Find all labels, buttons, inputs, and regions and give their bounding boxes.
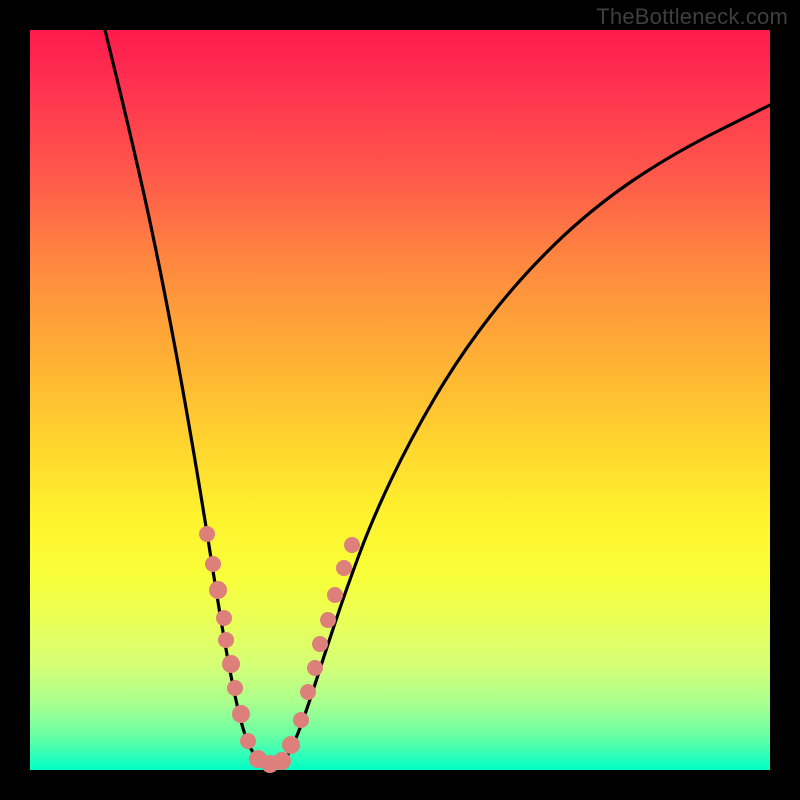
data-point (209, 581, 227, 599)
data-point (232, 705, 250, 723)
data-points (199, 526, 360, 773)
data-point (320, 612, 336, 628)
data-point (327, 587, 343, 603)
data-point (307, 660, 323, 676)
data-point (312, 636, 328, 652)
data-point (216, 610, 232, 626)
data-point (300, 684, 316, 700)
data-point (227, 680, 243, 696)
data-point (273, 752, 291, 770)
chart-frame: TheBottleneck.com (0, 0, 800, 800)
watermark-text: TheBottleneck.com (596, 4, 788, 30)
plot-area (30, 30, 770, 770)
data-point (222, 655, 240, 673)
data-point (218, 632, 234, 648)
curve-left (105, 30, 266, 767)
data-point (282, 736, 300, 754)
data-point (199, 526, 215, 542)
data-point (344, 537, 360, 553)
data-point (336, 560, 352, 576)
chart-svg (30, 30, 770, 770)
data-point (293, 712, 309, 728)
curve-right (278, 105, 770, 767)
data-point (240, 733, 256, 749)
data-point (205, 556, 221, 572)
